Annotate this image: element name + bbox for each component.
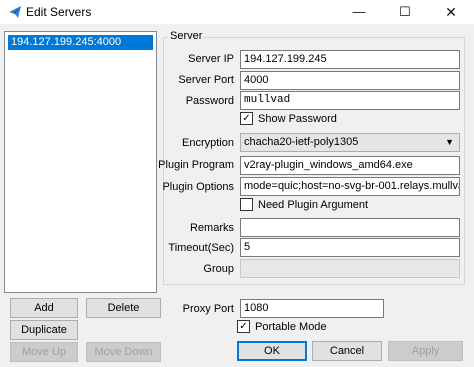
server-ip-label: Server IP	[188, 53, 234, 65]
remarks-field[interactable]	[240, 218, 460, 237]
timeout-label: Timeout(Sec)	[168, 242, 234, 254]
remarks-label: Remarks	[189, 222, 234, 234]
show-password-label: Show Password	[258, 113, 337, 125]
portable-mode-checkbox[interactable]: ✓ Portable Mode	[237, 319, 327, 336]
cancel-button[interactable]: Cancel	[312, 341, 382, 361]
checkbox-box	[240, 197, 253, 211]
proxy-port-label: Proxy Port	[182, 303, 234, 315]
title-bar: Edit Servers — ☐ ✕	[0, 0, 474, 24]
encryption-label: Encryption	[182, 137, 234, 149]
plugin-program-label: Plugin Program	[158, 159, 234, 171]
password-field[interactable]: mullvad	[240, 91, 460, 110]
proxy-port-field[interactable]: 1080	[240, 299, 384, 318]
server-list-item[interactable]: 194.127.199.245:4000	[8, 35, 153, 50]
plugin-options-label: Plugin Options	[162, 181, 234, 193]
need-plugin-argument-checkbox[interactable]: Need Plugin Argument	[240, 197, 369, 214]
move-up-button[interactable]: Move Up	[10, 342, 78, 362]
group-label: Group	[203, 263, 234, 275]
encryption-value: chacha20-ietf-poly1305	[244, 136, 359, 148]
server-list[interactable]: 194.127.199.245:4000	[4, 31, 157, 293]
chevron-down-icon: ▼	[445, 137, 454, 147]
duplicate-button[interactable]: Duplicate	[10, 320, 78, 340]
show-password-checkbox[interactable]: ✓ Show Password	[240, 111, 337, 128]
delete-button[interactable]: Delete	[86, 298, 161, 318]
move-down-button[interactable]: Move Down	[86, 342, 161, 362]
ok-button[interactable]: OK	[237, 341, 307, 361]
need-plugin-argument-label: Need Plugin Argument	[258, 199, 369, 211]
group-field	[240, 259, 460, 278]
maximize-button[interactable]: ☐	[382, 0, 428, 24]
checkbox-box: ✓	[237, 319, 250, 333]
encryption-select[interactable]: chacha20-ietf-poly1305 ▼	[240, 133, 460, 152]
window-title: Edit Servers	[26, 5, 92, 19]
timeout-field[interactable]: 5	[240, 238, 460, 257]
server-group-title: Server	[168, 30, 205, 42]
server-ip-field[interactable]: 194.127.199.245	[240, 50, 460, 69]
plugin-program-field[interactable]: v2ray-plugin_windows_amd64.exe	[240, 156, 460, 175]
plugin-options-field[interactable]: mode=quic;host=no-svg-br-001.relays.mull…	[240, 177, 460, 196]
close-button[interactable]: ✕	[428, 0, 474, 24]
add-button[interactable]: Add	[10, 298, 78, 318]
checkmark-icon: ✓	[239, 320, 248, 332]
minimize-button[interactable]: —	[336, 0, 382, 24]
checkbox-box: ✓	[240, 111, 253, 125]
apply-button[interactable]: Apply	[388, 341, 463, 361]
checkmark-icon: ✓	[242, 112, 251, 124]
paper-plane-icon	[9, 6, 21, 18]
server-port-field[interactable]: 4000	[240, 71, 460, 90]
server-port-label: Server Port	[178, 74, 234, 86]
portable-mode-label: Portable Mode	[255, 321, 327, 333]
password-label: Password	[185, 95, 234, 107]
